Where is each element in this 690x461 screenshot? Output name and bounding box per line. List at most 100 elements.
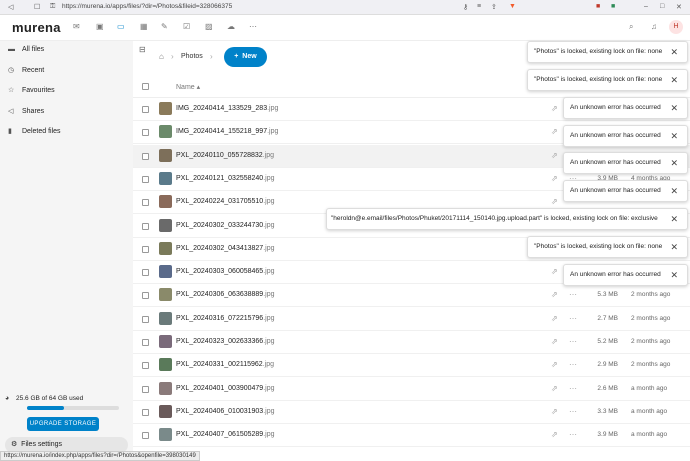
search-icon[interactable]: ⌕ [629,22,633,32]
column-header-name[interactable]: Name ▴ [176,83,200,91]
gallery-icon[interactable]: ▨ [205,22,213,31]
table-row[interactable]: PXL_20240406_010031903.jpg ⇗ ⋯ 3.3 MB a mont… [133,401,690,424]
close-icon[interactable]: ✕ [670,237,678,257]
table-row[interactable]: PXL_20240331_002115962.jpg ⇗ ⋯ 2.9 MB 2 mont… [133,354,690,378]
close-icon[interactable]: ✕ [670,42,678,62]
more-options-icon[interactable]: ⋯ [569,430,577,439]
share-icon[interactable]: ⇗ [551,151,558,160]
back-icon[interactable]: ◁ [8,3,13,11]
file-name[interactable]: PXL_20240316_072215796.jpg [176,315,275,322]
sidebar-item-favourites[interactable]: ☆ Favourites [8,83,128,99]
close-window-icon[interactable]: ✕ [676,3,682,11]
file-name[interactable]: PXL_20240406_010031903.jpg [176,408,275,415]
sidebar-item-shares[interactable]: ◁ Shares [8,104,128,120]
tune-icon[interactable]: ≡ [477,3,481,10]
row-checkbox[interactable] [142,292,149,300]
close-icon[interactable]: ✕ [670,209,678,229]
more-icon[interactable]: ⋯ [249,22,257,31]
share-icon[interactable]: ⇗ [551,104,558,113]
table-row[interactable]: PXL_20240316_072215796.jpg ⇗ ⋯ 2.7 MB 2 mont… [133,308,690,331]
row-checkbox[interactable] [142,385,149,393]
row-checkbox[interactable] [142,222,149,230]
share-icon[interactable]: ⇗ [551,290,558,299]
upgrade-storage-button[interactable]: UPGRADE STORAGE [27,417,99,431]
home-icon[interactable]: ⌂ [159,52,164,61]
file-name[interactable]: PXL_20240401_003900479.jpg [176,385,275,392]
more-options-icon[interactable]: ⋯ [569,337,577,346]
close-icon[interactable]: ✕ [670,98,678,118]
more-options-icon[interactable]: ⋯ [569,314,577,323]
maximize-icon[interactable]: □ [660,3,664,10]
more-options-icon[interactable]: ⋯ [569,360,577,369]
extension-icon[interactable]: ■ [596,3,600,10]
cloud-icon[interactable]: ☁ [227,22,235,31]
share-icon[interactable]: ⇗ [551,430,558,439]
close-icon[interactable]: ✕ [670,126,678,146]
table-row[interactable]: PXL_20240407_061505289.jpg ⇗ ⋯ 3.9 MB a mont… [133,424,690,448]
row-checkbox[interactable] [142,432,149,440]
new-button[interactable]: + New [224,47,267,67]
share-icon[interactable]: ⇗ [551,407,558,416]
brave-icon[interactable]: ▼ [509,3,516,10]
row-checkbox[interactable] [142,315,149,323]
breadcrumb[interactable]: Photos [181,53,203,60]
close-icon[interactable]: ✕ [670,265,678,285]
file-name[interactable]: PXL_20240302_033244730.jpg [176,222,275,229]
sidebar-item-recent[interactable]: ◷ Recent [8,63,128,79]
share-icon[interactable]: ⇗ [551,384,558,393]
more-options-icon[interactable]: ⋯ [569,384,577,393]
file-name[interactable]: PXL_20240306_063638889.jpg [176,291,275,298]
notifications-icon[interactable]: ♫ [651,22,657,31]
close-icon[interactable]: ✕ [670,181,678,201]
sidebar-item-all-files[interactable]: ▬ All files [8,42,128,58]
toggle-sidebar-icon[interactable]: ⊟ [139,45,146,54]
row-checkbox[interactable] [142,339,149,346]
file-name[interactable]: IMG_20240414_155218_997.jpg [176,128,278,135]
row-checkbox[interactable] [142,408,149,416]
files-icon[interactable]: ▭ [117,22,125,31]
row-checkbox[interactable] [142,245,149,253]
close-icon[interactable]: ✕ [670,70,678,90]
share-icon[interactable]: ⇗ [551,267,558,276]
avatar[interactable]: H [669,20,683,34]
table-row[interactable]: PXL_20240306_063638889.jpg ⇗ ⋯ 5.3 MB 2 mont… [133,284,690,308]
extension-icon[interactable]: ■ [611,3,615,10]
select-all-checkbox[interactable] [142,83,149,90]
share-icon[interactable]: ⇗ [551,127,558,136]
row-checkbox[interactable] [142,199,149,207]
sidebar-item-deleted-files[interactable]: ▮ Deleted files [8,124,128,140]
key-icon[interactable]: ⚷ [463,3,468,11]
tasks-icon[interactable]: ☑ [183,22,190,31]
notes-icon[interactable]: ✎ [161,22,168,31]
address-bar[interactable]: https://murena.io/apps/files/?dir=/Photo… [62,3,232,10]
table-row[interactable]: PXL_20240323_002633366.jpg ⇗ ⋯ 5.2 MB 2 mont… [133,331,690,354]
row-checkbox[interactable] [142,269,149,277]
file-name[interactable]: IMG_20240414_133529_283.jpg [176,105,278,112]
row-checkbox[interactable] [142,106,149,113]
bookmark-icon[interactable]: ☐ [34,3,40,11]
calendar-icon[interactable]: ▦ [140,22,148,31]
logo[interactable]: murena [12,20,61,35]
row-checkbox[interactable] [142,175,149,183]
row-checkbox[interactable] [142,152,149,160]
share-page-icon[interactable]: ⇪ [491,3,497,11]
file-name[interactable]: PXL_20240331_002115962.jpg [176,361,274,368]
contacts-icon[interactable]: ▣ [96,22,104,31]
file-name[interactable]: PXL_20240303_060058465.jpg [176,268,275,275]
file-name[interactable]: PXL_20240121_032558240.jpg [176,175,275,182]
mail-icon[interactable]: ✉ [73,22,80,31]
file-name[interactable]: PXL_20240302_043413827.jpg [176,245,275,252]
share-icon[interactable]: ⇗ [551,197,558,206]
table-row[interactable]: PXL_20240401_003900479.jpg ⇗ ⋯ 2.6 MB a mont… [133,378,690,401]
minimize-icon[interactable]: – [644,3,648,10]
share-icon[interactable]: ⇗ [551,174,558,183]
share-icon[interactable]: ⇗ [551,314,558,323]
row-checkbox[interactable] [142,362,149,370]
more-options-icon[interactable]: ⋯ [569,290,577,299]
close-icon[interactable]: ✕ [670,153,678,173]
file-name[interactable]: PXL_20240407_061505289.jpg [176,431,275,438]
row-checkbox[interactable] [142,129,149,137]
share-icon[interactable]: ⇗ [551,337,558,346]
more-options-icon[interactable]: ⋯ [569,407,577,416]
share-icon[interactable]: ⇗ [551,360,558,369]
